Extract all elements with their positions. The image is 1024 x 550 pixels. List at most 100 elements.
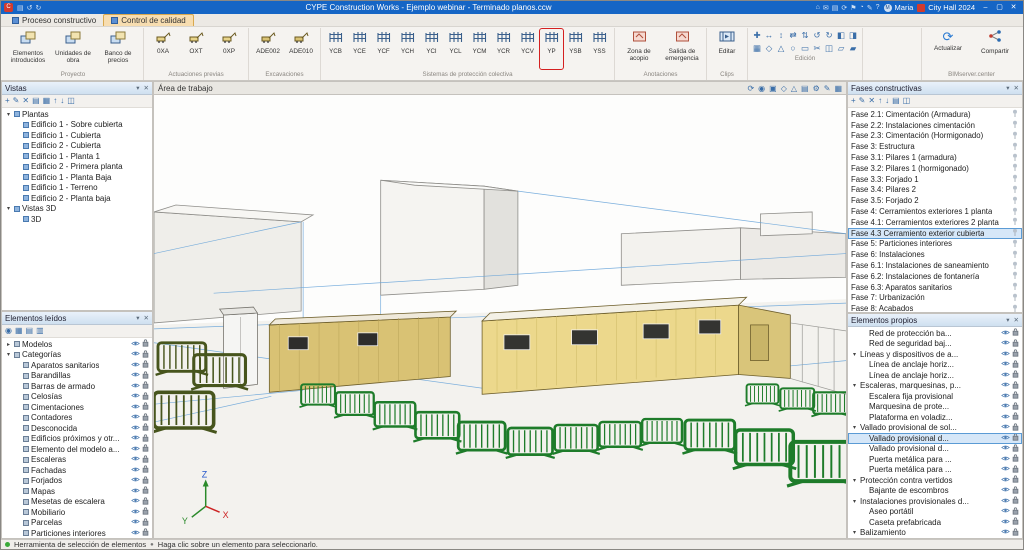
lock-icon[interactable] (1012, 412, 1019, 422)
chevron-icon[interactable] (851, 477, 858, 484)
phase-row[interactable]: Fase 6.1: Instalaciones de saneamiento (848, 260, 1022, 271)
lock-icon[interactable] (142, 507, 149, 517)
ribbon-button[interactable]: YP (540, 29, 563, 69)
grid-icon[interactable]: ▦ (15, 325, 23, 337)
close-panel-icon[interactable]: ✕ (144, 314, 149, 322)
visibility-eye-icon[interactable] (1001, 518, 1010, 527)
shaded-view-icon[interactable]: ▣ (769, 84, 777, 93)
columns-icon[interactable]: ◫ (903, 95, 911, 107)
circle-icon[interactable]: ○ (787, 42, 799, 55)
visibility-eye-icon[interactable] (1001, 360, 1010, 369)
save-icon[interactable]: ▤ (17, 4, 24, 12)
close-panel-icon[interactable]: ✕ (1014, 84, 1019, 92)
lock-icon[interactable] (1012, 433, 1019, 443)
delete-view-icon[interactable]: ✕ (22, 95, 29, 107)
tree-row[interactable]: Edificio 1 - Terreno (2, 183, 152, 194)
sync-icon[interactable]: ⟳ (841, 4, 847, 12)
tree-row[interactable]: Mapas (2, 486, 152, 497)
visibility-icon[interactable]: ◉ (5, 325, 12, 337)
move-up-icon[interactable]: ↑ (53, 95, 57, 107)
flip-icon[interactable]: ⇅ (799, 29, 811, 42)
tree-row[interactable]: Mesetas de escalera (2, 497, 152, 508)
tree-row[interactable]: Barandillas (2, 371, 152, 382)
triangle-icon[interactable]: △ (775, 42, 787, 55)
lock-icon[interactable] (142, 350, 149, 360)
tree-row[interactable]: Escalera fija provisional (848, 391, 1022, 402)
ribbon-button[interactable]: YCH (396, 29, 419, 69)
visibility-eye-icon[interactable] (131, 508, 140, 517)
lock-icon[interactable] (142, 402, 149, 412)
tree-row[interactable]: Aseo portátil (848, 507, 1022, 518)
tree-row[interactable]: Caseta prefabricada (848, 517, 1022, 528)
lock-icon[interactable] (1012, 528, 1019, 538)
tree-row[interactable]: Puerta metálica para ... (848, 465, 1022, 476)
list-icon[interactable]: ▤ (892, 95, 900, 107)
move-vertical-icon[interactable]: ↕ (775, 29, 787, 42)
tree-row[interactable]: Plantas (2, 109, 152, 120)
ribbon-button[interactable]: Editar (710, 29, 744, 71)
ribbon-button[interactable]: OXT (180, 29, 212, 69)
user-account[interactable]: M Maria (884, 3, 914, 12)
tree-row[interactable]: Elemento del modelo a... (2, 444, 152, 455)
lock-icon[interactable] (142, 381, 149, 391)
help-icon[interactable]: ? (876, 4, 880, 12)
align-right-icon[interactable]: ◨ (847, 29, 859, 42)
swap-icon[interactable]: ⇄ (787, 29, 799, 42)
ribbon-tab[interactable]: Control de calidad (103, 14, 193, 26)
phase-row[interactable]: Fase 3.5: Forjado 2 (848, 195, 1022, 206)
phase-row[interactable]: Fase 6: Instalaciones (848, 249, 1022, 260)
lock-icon[interactable] (142, 360, 149, 370)
tree-row[interactable]: Línea de anclaje horiz... (848, 370, 1022, 381)
home-icon[interactable]: ⌂ (816, 4, 820, 12)
lock-icon[interactable] (142, 413, 149, 423)
pin-icon[interactable] (1011, 282, 1019, 292)
copy-icon[interactable]: ✚ (751, 29, 763, 42)
edit-icon[interactable]: ✎ (867, 4, 873, 12)
tree-row[interactable]: Marquesina de prote... (848, 402, 1022, 413)
phase-row[interactable]: Fase 4.3 Cerramiento exterior cubierta (848, 228, 1022, 239)
lock-icon[interactable] (1012, 328, 1019, 338)
tree-row[interactable]: Vallado provisional d... (848, 433, 1022, 444)
visibility-eye-icon[interactable] (131, 403, 140, 412)
ribbon-button[interactable]: YCB (324, 29, 347, 69)
delete-phase-icon[interactable]: ✕ (868, 95, 875, 107)
phase-row[interactable]: Fase 5: Particiones interiores (848, 239, 1022, 250)
pin-icon[interactable] (1011, 228, 1019, 238)
close-panel-icon[interactable]: ✕ (1014, 316, 1019, 324)
ribbon-button[interactable]: Salida de emergencia (661, 29, 703, 71)
tree-row[interactable]: Bajante de escombros (848, 486, 1022, 497)
3d-viewport[interactable]: Z Y X (153, 94, 847, 539)
ribbon-button[interactable]: YCI (420, 29, 443, 69)
lock-icon[interactable] (142, 455, 149, 465)
visibility-eye-icon[interactable] (131, 371, 140, 380)
move-horizontal-icon[interactable]: ↔ (763, 29, 775, 42)
visibility-eye-icon[interactable] (131, 529, 140, 538)
rotate-cw-icon[interactable]: ↻ (823, 29, 835, 42)
chevron-icon[interactable] (5, 111, 12, 118)
tree-row[interactable]: Balizamiento (848, 528, 1022, 539)
tree-row[interactable]: Vallado provisional de sol... (848, 423, 1022, 434)
ribbon-button[interactable]: YCL (444, 29, 467, 69)
columns-icon[interactable]: ◫ (67, 95, 75, 107)
tree-row[interactable]: Desconocida (2, 423, 152, 434)
pin-icon[interactable] (1011, 196, 1019, 206)
tree-row[interactable]: Edificio 1 - Planta 1 (2, 151, 152, 162)
pin-icon[interactable] (1011, 142, 1019, 152)
collapse-panel-icon[interactable]: ▾ (136, 84, 139, 92)
settings-icon[interactable]: ⚙ (813, 84, 820, 93)
ribbon-button[interactable]: Unidades de obra (51, 29, 95, 71)
collapse-panel-icon[interactable]: ▾ (136, 314, 139, 322)
edit-phase-icon[interactable]: ✎ (859, 95, 866, 107)
chevron-icon[interactable] (851, 382, 858, 389)
phase-row[interactable]: Fase 7: Urbanización (848, 293, 1022, 304)
rotate-ccw-icon[interactable]: ↺ (811, 29, 823, 42)
lock-icon[interactable] (1012, 360, 1019, 370)
ribbon-button[interactable]: Banco de precios (96, 29, 140, 71)
lock-icon[interactable] (1012, 391, 1019, 401)
tree-row[interactable]: Edificio 1 - Planta Baja (2, 172, 152, 183)
flag-icon[interactable]: ⚑ (850, 4, 856, 12)
tree-row[interactable]: Particiones interiores (2, 528, 152, 538)
visibility-eye-icon[interactable] (131, 497, 140, 506)
visibility-eye-icon[interactable] (1001, 381, 1010, 390)
annotate-icon[interactable]: ✎ (824, 84, 831, 93)
